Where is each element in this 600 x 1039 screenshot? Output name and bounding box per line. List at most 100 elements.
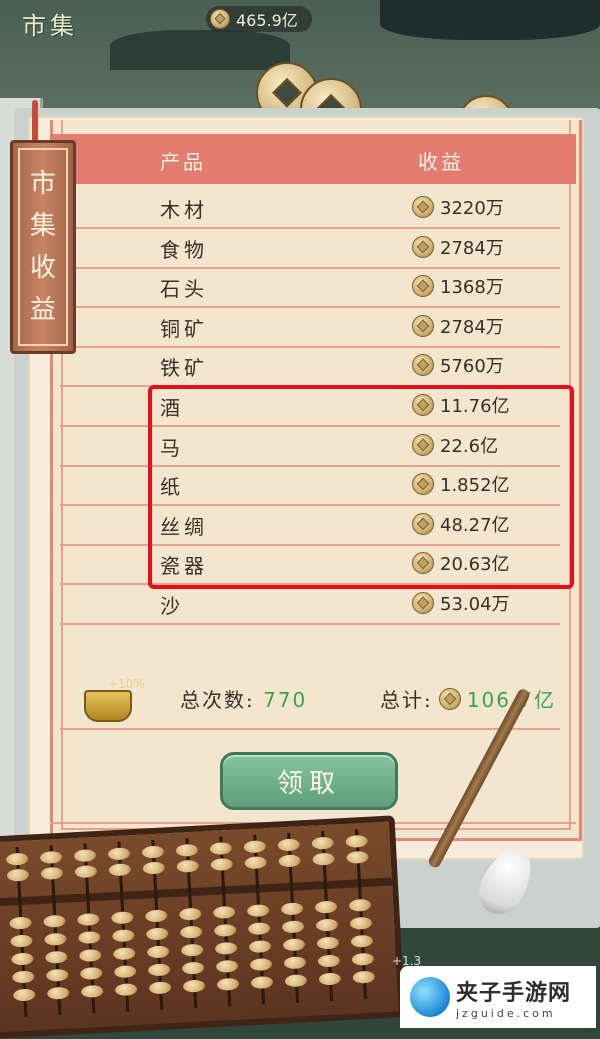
treasure-pot-icon xyxy=(84,690,132,722)
income-value: 1368万 xyxy=(440,277,504,299)
product-name: 铁矿 xyxy=(160,356,208,381)
coin-icon xyxy=(412,235,434,258)
abacus-bead xyxy=(212,905,236,919)
abacus-bead xyxy=(113,947,136,961)
product-name: 石头 xyxy=(160,277,208,302)
column-header-product: 产品 xyxy=(160,150,206,174)
product-income: 3220万 xyxy=(412,194,504,220)
divider xyxy=(60,728,560,730)
coin-icon xyxy=(438,687,461,710)
abacus-bead xyxy=(312,852,335,866)
abacus-bead xyxy=(248,939,272,954)
abacus-bead xyxy=(215,959,239,973)
total-count: 总次数: 770 xyxy=(180,684,307,713)
abacus-bead xyxy=(179,925,203,939)
abacus-bead xyxy=(243,840,267,854)
abacus-bead xyxy=(179,907,202,921)
abacus-bead xyxy=(73,849,97,863)
highlight-box xyxy=(148,385,574,589)
abacus-bead xyxy=(141,845,165,859)
total-count-label: 总次数: xyxy=(180,688,255,712)
abacus-bead xyxy=(145,909,168,923)
coin-icon xyxy=(412,354,434,377)
watermark-name: 夹子手游网 xyxy=(456,980,572,1006)
abacus-bead xyxy=(147,963,171,977)
abacus-bead xyxy=(349,916,373,930)
abacus-bead xyxy=(180,943,204,957)
abacus-bead xyxy=(46,968,69,982)
abacus-bead xyxy=(114,983,138,997)
abacus-bead xyxy=(77,912,100,927)
abacus-bead xyxy=(43,914,66,928)
product-income: 2784万 xyxy=(412,313,504,339)
bookmark-tag: 市集收益 xyxy=(10,140,76,354)
abacus-bead xyxy=(283,956,307,970)
abacus-bead xyxy=(244,856,268,870)
product-name: 食物 xyxy=(160,237,208,262)
abacus-bead xyxy=(284,974,308,988)
abacus-bead xyxy=(250,975,274,990)
product-name: 铜矿 xyxy=(160,316,208,341)
abacus-bead xyxy=(317,954,341,968)
table-row: 食物 2784万 xyxy=(60,228,560,269)
product-income: 2784万 xyxy=(412,234,504,260)
total-income-label: 总计: xyxy=(380,688,433,712)
abacus-bead xyxy=(44,932,67,946)
abacus-bead xyxy=(148,981,172,995)
abacus-bead xyxy=(78,930,101,945)
abacus-bead xyxy=(113,965,137,979)
abacus-bead xyxy=(45,950,68,964)
income-value: 2784万 xyxy=(440,316,504,338)
table-header xyxy=(50,134,576,184)
abacus-bead xyxy=(314,900,338,914)
top-bar: 市集 465.9亿 xyxy=(0,0,600,42)
table-row: 沙 53.04万 xyxy=(60,584,560,625)
abacus-bead xyxy=(316,936,340,950)
abacus-bead xyxy=(348,898,372,912)
income-value: 53.04万 xyxy=(440,594,510,615)
abacus-bead xyxy=(182,979,206,993)
product-income: 53.04万 xyxy=(412,590,510,616)
abacus-bead xyxy=(39,850,63,864)
abacus-bead xyxy=(5,852,29,866)
watermark-domain: jzguide.com xyxy=(456,1006,556,1020)
abacus-bead xyxy=(108,863,132,877)
abacus-bead xyxy=(209,841,233,856)
abacus-bead xyxy=(74,865,98,879)
abacus-bead xyxy=(11,952,34,966)
abacus-bead xyxy=(350,934,374,948)
abacus-bead xyxy=(107,847,131,861)
column-header-income: 收益 xyxy=(418,150,464,174)
claim-button[interactable]: 领取 xyxy=(220,752,398,810)
abacus-bead xyxy=(112,929,135,943)
abacus-bead xyxy=(280,902,304,916)
abacus-bead xyxy=(181,961,205,975)
table-row: 木材 3220万 xyxy=(60,188,560,229)
abacus-bead xyxy=(142,861,166,875)
abacus-bead xyxy=(246,904,270,918)
product-income: 5760万 xyxy=(412,352,504,378)
coin-icon xyxy=(412,196,434,218)
watermark-logo-icon xyxy=(410,977,450,1017)
abacus-bead xyxy=(213,923,237,937)
currency-display[interactable]: 465.9亿 xyxy=(206,6,312,32)
abacus-bead xyxy=(175,843,199,857)
abacus-bead xyxy=(111,911,134,925)
product-income: 1368万 xyxy=(412,273,504,299)
abacus-bead xyxy=(9,916,32,930)
abacus-bead xyxy=(278,854,301,868)
income-value: 2784万 xyxy=(440,237,504,259)
coin-icon xyxy=(412,275,434,298)
income-value: 5760万 xyxy=(440,356,504,378)
table-row: 铁矿 5760万 xyxy=(60,346,560,388)
abacus-bead xyxy=(210,857,234,872)
abacus-bead xyxy=(277,838,301,852)
abacus-bead xyxy=(12,970,35,984)
abacus-bead xyxy=(10,934,33,948)
abacus-bead xyxy=(345,834,369,848)
bonus-badge: +10% xyxy=(108,677,145,691)
abacus-bead xyxy=(214,941,238,955)
abacus-bead xyxy=(146,927,169,941)
abacus-bead xyxy=(80,984,104,998)
coin-icon xyxy=(210,9,230,29)
